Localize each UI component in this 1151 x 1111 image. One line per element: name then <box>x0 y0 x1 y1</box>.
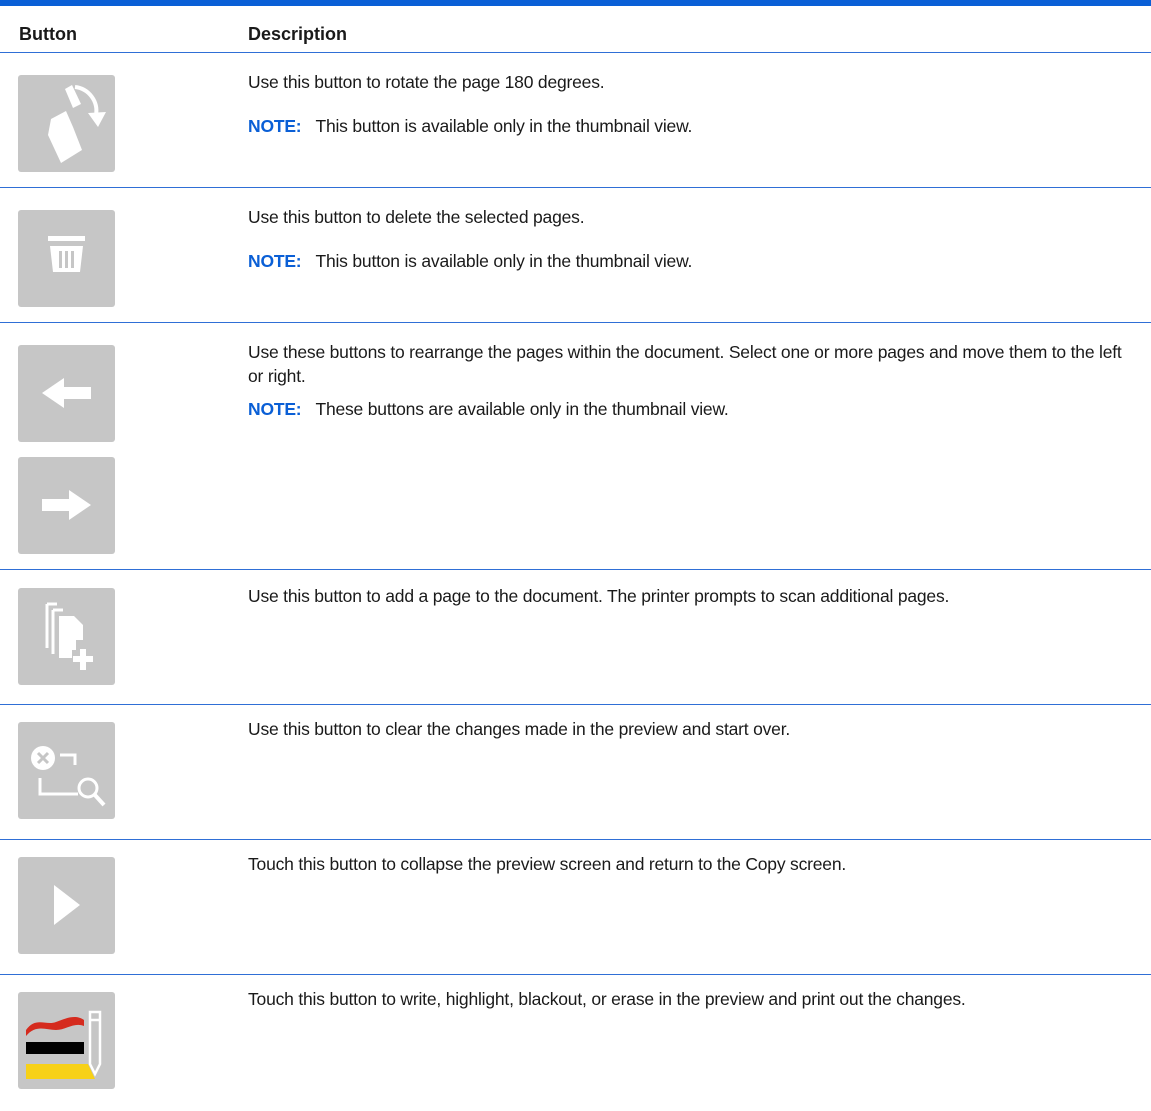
clear-preview-button[interactable] <box>18 722 115 819</box>
collapse-preview-button[interactable] <box>18 857 115 954</box>
table-row: Use this button to rotate the page 180 d… <box>0 53 1151 188</box>
row-note: NOTE: These buttons are available only in… <box>248 397 729 421</box>
clear-preview-icon <box>31 746 106 807</box>
annotate-button[interactable] <box>18 992 115 1089</box>
annotate-pencil-icon <box>26 1010 102 1079</box>
row-description: Use this button to clear the changes mad… <box>248 719 791 739</box>
move-left-button[interactable] <box>18 345 115 442</box>
collapse-arrow-icon <box>54 885 80 925</box>
button-description-table: Button Description Use this button to ro… <box>0 0 1151 1110</box>
table-row: Use this button to delete the selected p… <box>0 188 1151 323</box>
row-note: NOTE: This button is available only in th… <box>248 249 692 273</box>
note-text: These buttons are available only in the … <box>315 399 729 419</box>
note-label: NOTE: <box>248 251 302 271</box>
row-note: NOTE: This button is available only in th… <box>248 114 692 138</box>
table-row: Touch this button to write, highlight, b… <box>0 975 1151 1110</box>
table-row: Use this button to add a page to the doc… <box>0 570 1151 705</box>
add-page-icon <box>45 602 93 670</box>
trash-icon <box>48 236 85 272</box>
rotate-page-button[interactable] <box>18 75 115 172</box>
row-description: Use this button to add a page to the doc… <box>248 586 950 606</box>
arrow-right-icon <box>42 490 91 520</box>
add-page-button[interactable] <box>18 588 115 685</box>
rotate-page-icon <box>48 85 106 163</box>
note-label: NOTE: <box>248 116 302 136</box>
row-description: Use this button to rotate the page 180 d… <box>248 72 605 92</box>
table-row: Use these buttons to rearrange the pages… <box>0 323 1151 570</box>
row-description: Touch this button to collapse the previe… <box>248 854 847 874</box>
row-description: Use this button to delete the selected p… <box>248 207 585 227</box>
table-row: Touch this button to collapse the previe… <box>0 840 1151 975</box>
arrow-left-icon <box>42 378 91 408</box>
row-description: Use these buttons to rearrange the pages… <box>248 342 1122 386</box>
table-header: Button Description <box>0 6 1151 53</box>
delete-button[interactable] <box>18 210 115 307</box>
row-description: Touch this button to write, highlight, b… <box>248 989 966 1009</box>
note-label: NOTE: <box>248 399 302 419</box>
header-description: Description <box>248 24 348 44</box>
note-text: This button is available only in the thu… <box>315 116 693 136</box>
header-button: Button <box>19 24 77 44</box>
move-right-button[interactable] <box>18 457 115 554</box>
table-row: Use this button to clear the changes mad… <box>0 705 1151 840</box>
note-text: This button is available only in the thu… <box>315 251 693 271</box>
